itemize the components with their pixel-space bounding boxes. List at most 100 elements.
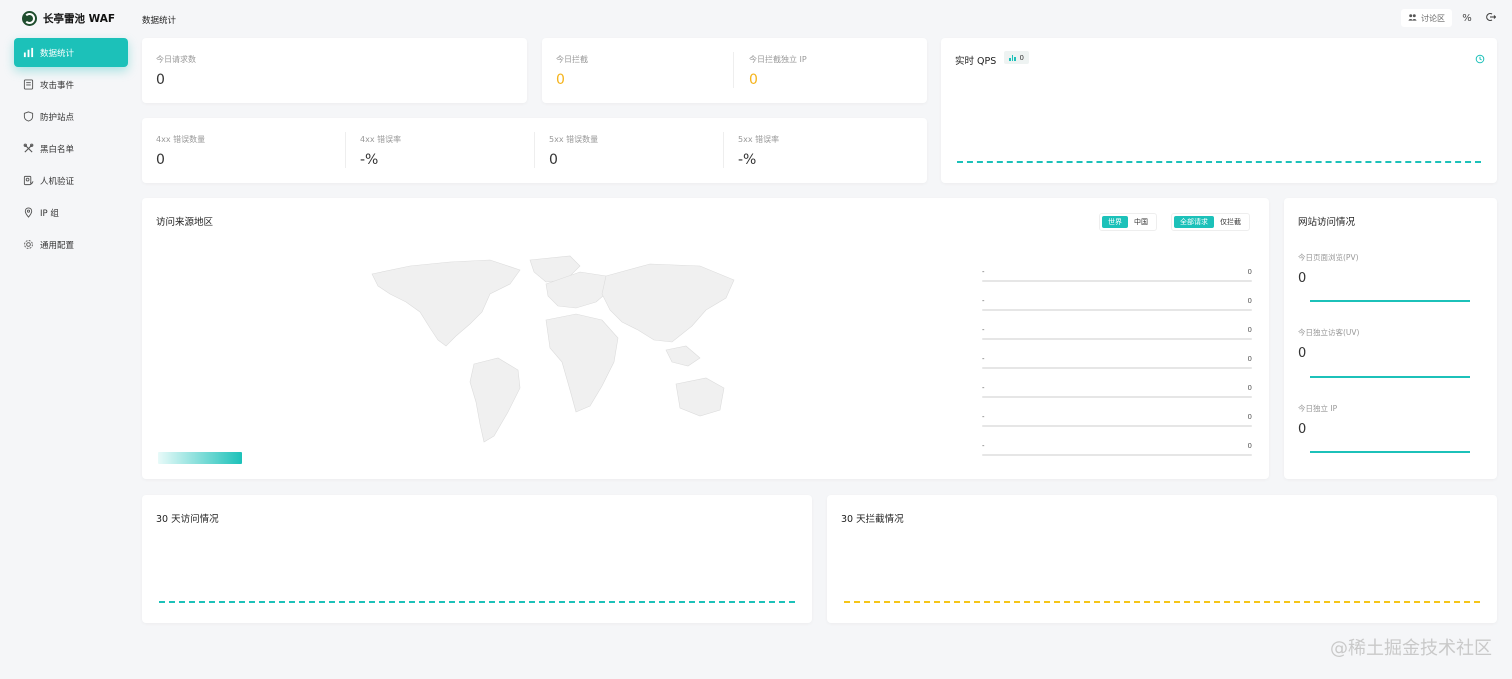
metric-value: 0 [549,152,558,168]
metric-label: 5xx 错误数量 [549,135,599,144]
uv-trend-line [1310,376,1470,378]
map-australia [675,377,725,417]
divider [723,132,724,168]
tab-china[interactable]: 中国 [1128,216,1154,228]
pv-trend-line [1310,300,1470,302]
metric-value: 0 [1298,271,1307,286]
community-icon [1408,13,1417,24]
sidebar-item-attacks[interactable]: 攻击事件 [14,70,128,99]
waf-logo-icon [22,10,37,26]
pv-metric: 今日页面浏览(PV) 0 [1298,252,1359,286]
rank-bar [982,280,1252,282]
world-map[interactable] [370,254,736,446]
rank-value: 0 [1247,355,1252,363]
err-4xx-count-metric: 4xx 错误数量 0 [156,134,205,168]
sidebar-item-sites[interactable]: 防护站点 [14,102,128,131]
filter-tabs: 全部请求 仅拦截 [1171,213,1250,231]
err-5xx-rate-metric: 5xx 错误率 -% [738,134,779,168]
tab-all-requests[interactable]: 全部请求 [1174,216,1214,228]
app-logo[interactable]: 长亭雷池 WAF [22,9,115,27]
geo-rank-row: -0 [982,384,1252,398]
rank-value: 0 [1247,297,1252,305]
metric-label: 4xx 错误率 [360,135,402,144]
tab-blocked-only[interactable]: 仅拦截 [1214,216,1247,228]
rank-bar [982,425,1252,427]
map-southeast-asia [665,345,701,367]
geo-rank-row: -0 [982,297,1252,311]
gear-icon [23,239,34,250]
tools-icon [23,143,34,154]
logout-button[interactable] [1482,9,1500,27]
blocked-30d-title: 30 天拦截情况 [841,514,904,525]
rank-name: - [982,326,985,334]
metric-label: 今日请求数 [156,55,196,64]
document-icon [23,79,34,90]
page-title: 数据统计 [142,16,177,26]
metric-value: 0 [749,72,758,88]
sidebar-nav: 数据统计 攻击事件 防护站点 黑白名单 人机验证 IP 组 通用配置 [14,38,128,262]
sidebar-item-label: 数据统计 [40,48,75,59]
metric-label: 今日拦截 [556,55,588,64]
shield-icon [23,111,34,122]
watermark: @稀土掘金技术社区 [1330,638,1492,659]
metric-value: -% [360,152,379,168]
geo-rank-row: -0 [982,268,1252,282]
sidebar-item-captcha[interactable]: 人机验证 [14,166,128,195]
qps-title: 实时 QPS [955,56,997,67]
sidebar-item-stats[interactable]: 数据统计 [14,38,128,67]
access-30d-title: 30 天访问情况 [156,514,219,525]
metric-value: 0 [156,152,165,168]
today-requests-metric: 今日请求数 0 [156,54,196,88]
divider [534,132,535,168]
metric-label: 今日独立 IP [1298,404,1338,413]
refresh-icon[interactable] [1475,53,1485,67]
ip-metric: 今日独立 IP 0 [1298,403,1337,437]
today-requests-card: 今日请求数 0 [142,38,527,103]
today-blocked-ip-metric: 今日拦截独立 IP 0 [749,54,807,88]
geo-rank-row: -0 [982,326,1252,340]
percent-icon: % [1462,12,1472,24]
logout-icon [1486,12,1497,25]
scope-tabs: 世界 中国 [1099,213,1157,231]
err-5xx-count-metric: 5xx 错误数量 0 [549,134,598,168]
metric-value: 0 [1298,346,1307,361]
mini-bar-chart-icon [1009,54,1016,61]
rank-value: 0 [1247,442,1252,450]
divider [733,52,734,88]
ip-trend-line [1310,451,1470,453]
metric-label: 今日拦截独立 IP [749,55,807,64]
metric-value: 0 [156,72,165,88]
qps-value: 0 [1019,53,1024,62]
rank-value: 0 [1247,326,1252,334]
sidebar-item-label: 黑白名单 [40,144,75,155]
percent-button[interactable]: % [1458,9,1476,27]
metric-value: -% [738,152,757,168]
geo-rank-row: -0 [982,442,1252,456]
rank-bar [982,454,1252,456]
tab-world[interactable]: 世界 [1102,216,1128,228]
rank-name: - [982,355,985,363]
forum-button[interactable]: 讨论区 [1401,9,1452,27]
qps-trend-line [957,161,1481,163]
sidebar-item-label: 攻击事件 [40,80,75,91]
access-30d-trend-line [159,601,795,603]
rank-name: - [982,384,985,392]
access-30d-card: 30 天访问情况 [142,495,812,623]
metric-label: 5xx 错误率 [738,135,780,144]
geo-rank-row: -0 [982,413,1252,427]
rank-value: 0 [1247,384,1252,392]
location-icon [23,207,34,218]
rank-name: - [982,297,985,305]
sidebar-item-blacklist[interactable]: 黑白名单 [14,134,128,163]
geo-rank-row: -0 [982,355,1252,369]
today-blocked-metric: 今日拦截 0 [556,54,588,88]
metric-label: 今日页面浏览(PV) [1298,253,1359,262]
map-africa [545,313,619,413]
sidebar-item-label: IP 组 [40,208,59,219]
metric-label: 4xx 错误数量 [156,135,206,144]
uv-metric: 今日独立访客(UV) 0 [1298,327,1359,361]
rank-name: - [982,442,985,450]
sidebar-item-ip-group[interactable]: IP 组 [14,198,128,227]
rank-value: 0 [1247,413,1252,421]
sidebar-item-settings[interactable]: 通用配置 [14,230,128,259]
